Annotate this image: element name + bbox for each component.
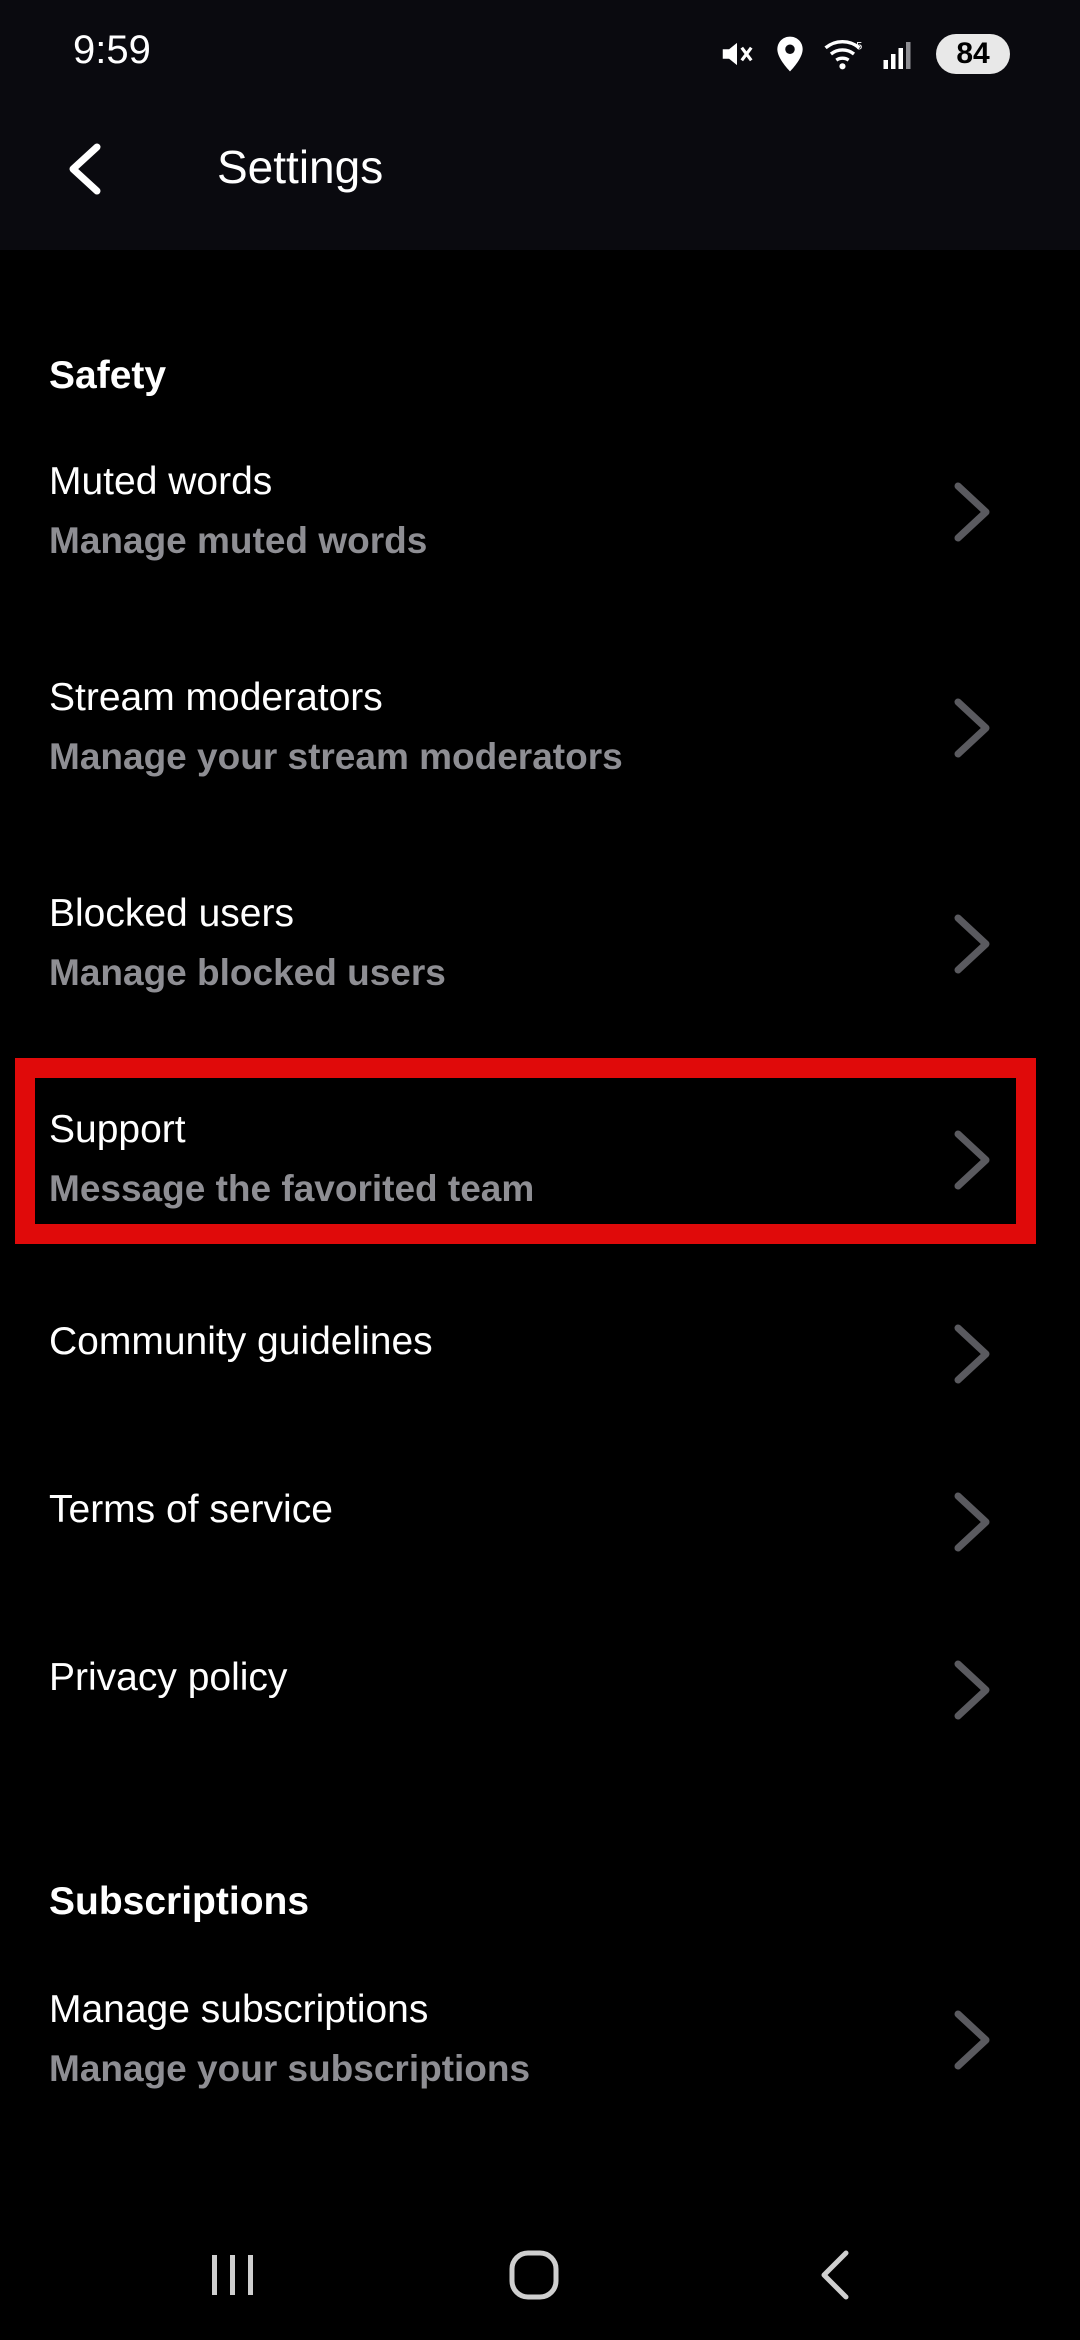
chevron-right-icon xyxy=(954,1660,990,1720)
home-icon xyxy=(509,2250,559,2300)
section-header-safety: Safety xyxy=(49,354,167,397)
row-subtitle: Manage blocked users xyxy=(49,952,446,993)
row-subtitle: Manage your subscriptions xyxy=(49,2048,531,2089)
row-title: Manage subscriptions xyxy=(49,1988,429,2031)
settings-row-privacy-policy[interactable]: Privacy policy xyxy=(0,1646,1080,1746)
settings-row-muted-words[interactable]: Muted words Manage muted words xyxy=(0,440,1080,590)
settings-row-terms-of-service[interactable]: Terms of service xyxy=(0,1478,1080,1578)
chevron-right-icon xyxy=(954,1492,990,1552)
chevron-right-icon xyxy=(954,1324,990,1384)
row-title: Privacy policy xyxy=(49,1656,288,1699)
system-nav-bar xyxy=(0,2200,1080,2340)
app-bar: Settings xyxy=(0,104,1080,250)
row-subtitle: Message the favorited team xyxy=(49,1168,535,1209)
page-title: Settings xyxy=(217,141,384,193)
system-back-button[interactable] xyxy=(786,2240,886,2310)
row-title: Blocked users xyxy=(49,892,294,935)
row-subtitle: Manage your stream moderators xyxy=(49,736,623,777)
row-title: Terms of service xyxy=(49,1488,333,1531)
back-button[interactable] xyxy=(50,134,120,204)
location-icon xyxy=(774,35,806,73)
settings-row-community-guidelines[interactable]: Community guidelines xyxy=(0,1310,1080,1410)
chevron-right-icon xyxy=(954,1130,990,1190)
row-title: Support xyxy=(49,1108,186,1151)
back-icon xyxy=(821,2250,849,2300)
row-title: Community guidelines xyxy=(49,1320,433,1363)
settings-row-manage-subscriptions[interactable]: Manage subscriptions Manage your subscri… xyxy=(0,1968,1080,2118)
wifi-icon: 5 xyxy=(824,36,864,72)
status-time: 9:59 xyxy=(73,28,151,72)
row-title: Muted words xyxy=(49,460,273,503)
status-icons: 5 84 xyxy=(718,30,1010,78)
chevron-right-icon xyxy=(954,482,990,542)
battery-indicator: 84 xyxy=(936,34,1010,74)
settings-row-stream-moderators[interactable]: Stream moderators Manage your stream mod… xyxy=(0,656,1080,806)
signal-icon xyxy=(882,37,918,71)
row-title: Stream moderators xyxy=(49,676,383,719)
chevron-right-icon xyxy=(954,698,990,758)
chevron-right-icon xyxy=(954,2010,990,2070)
svg-text:5: 5 xyxy=(856,40,862,52)
home-button[interactable] xyxy=(484,2240,584,2310)
mute-icon xyxy=(718,35,756,73)
section-header-subscriptions: Subscriptions xyxy=(49,1880,310,1923)
recents-icon xyxy=(212,2255,253,2295)
recents-button[interactable] xyxy=(182,2240,282,2310)
chevron-right-icon xyxy=(954,914,990,974)
settings-row-support[interactable]: Support Message the favorited team xyxy=(0,1088,1080,1238)
settings-row-blocked-users[interactable]: Blocked users Manage blocked users xyxy=(0,872,1080,1022)
row-subtitle: Manage muted words xyxy=(49,520,428,561)
back-arrow-icon xyxy=(69,143,101,195)
status-bar: 9:59 5 84 xyxy=(0,0,1080,104)
